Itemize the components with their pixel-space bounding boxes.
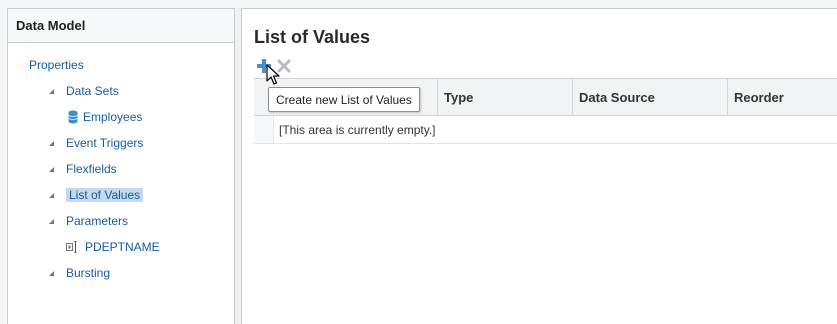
app-root: Data Model Properties Data Sets Employee… bbox=[0, 0, 837, 324]
expand-triangle-icon[interactable] bbox=[49, 192, 66, 198]
panel-splitter[interactable] bbox=[235, 8, 242, 324]
add-button-tooltip: Create new List of Values bbox=[268, 87, 420, 112]
table-row: [This area is currently empty.] bbox=[254, 116, 837, 144]
tree-item-properties[interactable]: Properties bbox=[29, 55, 84, 75]
data-model-panel: Data Model Properties Data Sets Employee… bbox=[7, 8, 235, 324]
expand-triangle-icon[interactable] bbox=[49, 88, 66, 94]
tree-item-label: Properties bbox=[29, 58, 84, 72]
tree-item-employees[interactable]: Employees bbox=[68, 107, 142, 127]
close-icon[interactable] bbox=[276, 58, 292, 74]
tree-item-event-triggers[interactable]: Event Triggers bbox=[49, 133, 143, 153]
tree-item-label: Parameters bbox=[66, 214, 129, 228]
column-header-reorder[interactable]: Reorder bbox=[727, 79, 837, 115]
row-header-cell bbox=[254, 116, 274, 143]
tree-item-label: Flexfields bbox=[66, 162, 117, 176]
column-header-data-source[interactable]: Data Source bbox=[572, 79, 727, 115]
parameter-icon bbox=[66, 241, 77, 253]
expand-triangle-icon[interactable] bbox=[49, 270, 66, 276]
list-of-values-panel: List of Values Type Data Source Reorder bbox=[242, 8, 837, 324]
expand-triangle-icon[interactable] bbox=[49, 140, 66, 146]
empty-table-message: [This area is currently empty.] bbox=[279, 123, 436, 137]
tree-item-list-of-values[interactable]: List of Values bbox=[49, 185, 144, 205]
page-title: List of Values bbox=[254, 27, 371, 47]
tree-item-data-sets[interactable]: Data Sets bbox=[49, 81, 119, 101]
panel-title: Data Model bbox=[8, 9, 234, 43]
tree-item-label: Data Sets bbox=[66, 84, 119, 98]
toolbar bbox=[256, 57, 296, 75]
column-header-type[interactable]: Type bbox=[437, 79, 572, 115]
tree-item-parameters[interactable]: Parameters bbox=[49, 211, 128, 231]
tree-item-label: PDEPTNAME bbox=[85, 240, 160, 254]
tree-item-flexfields[interactable]: Flexfields bbox=[49, 159, 117, 179]
expand-triangle-icon[interactable] bbox=[49, 218, 66, 224]
tree-item-pdeptname[interactable]: PDEPTNAME bbox=[66, 237, 160, 257]
tree-item-label: Bursting bbox=[66, 266, 111, 280]
tree-item-label: List of Values bbox=[66, 188, 144, 202]
database-icon bbox=[68, 110, 78, 124]
expand-triangle-icon[interactable] bbox=[49, 166, 66, 172]
tree-item-label: Event Triggers bbox=[66, 136, 144, 150]
tree-item-label: Employees bbox=[83, 110, 143, 124]
plus-icon[interactable] bbox=[256, 58, 272, 74]
tree-item-bursting[interactable]: Bursting bbox=[49, 263, 110, 283]
